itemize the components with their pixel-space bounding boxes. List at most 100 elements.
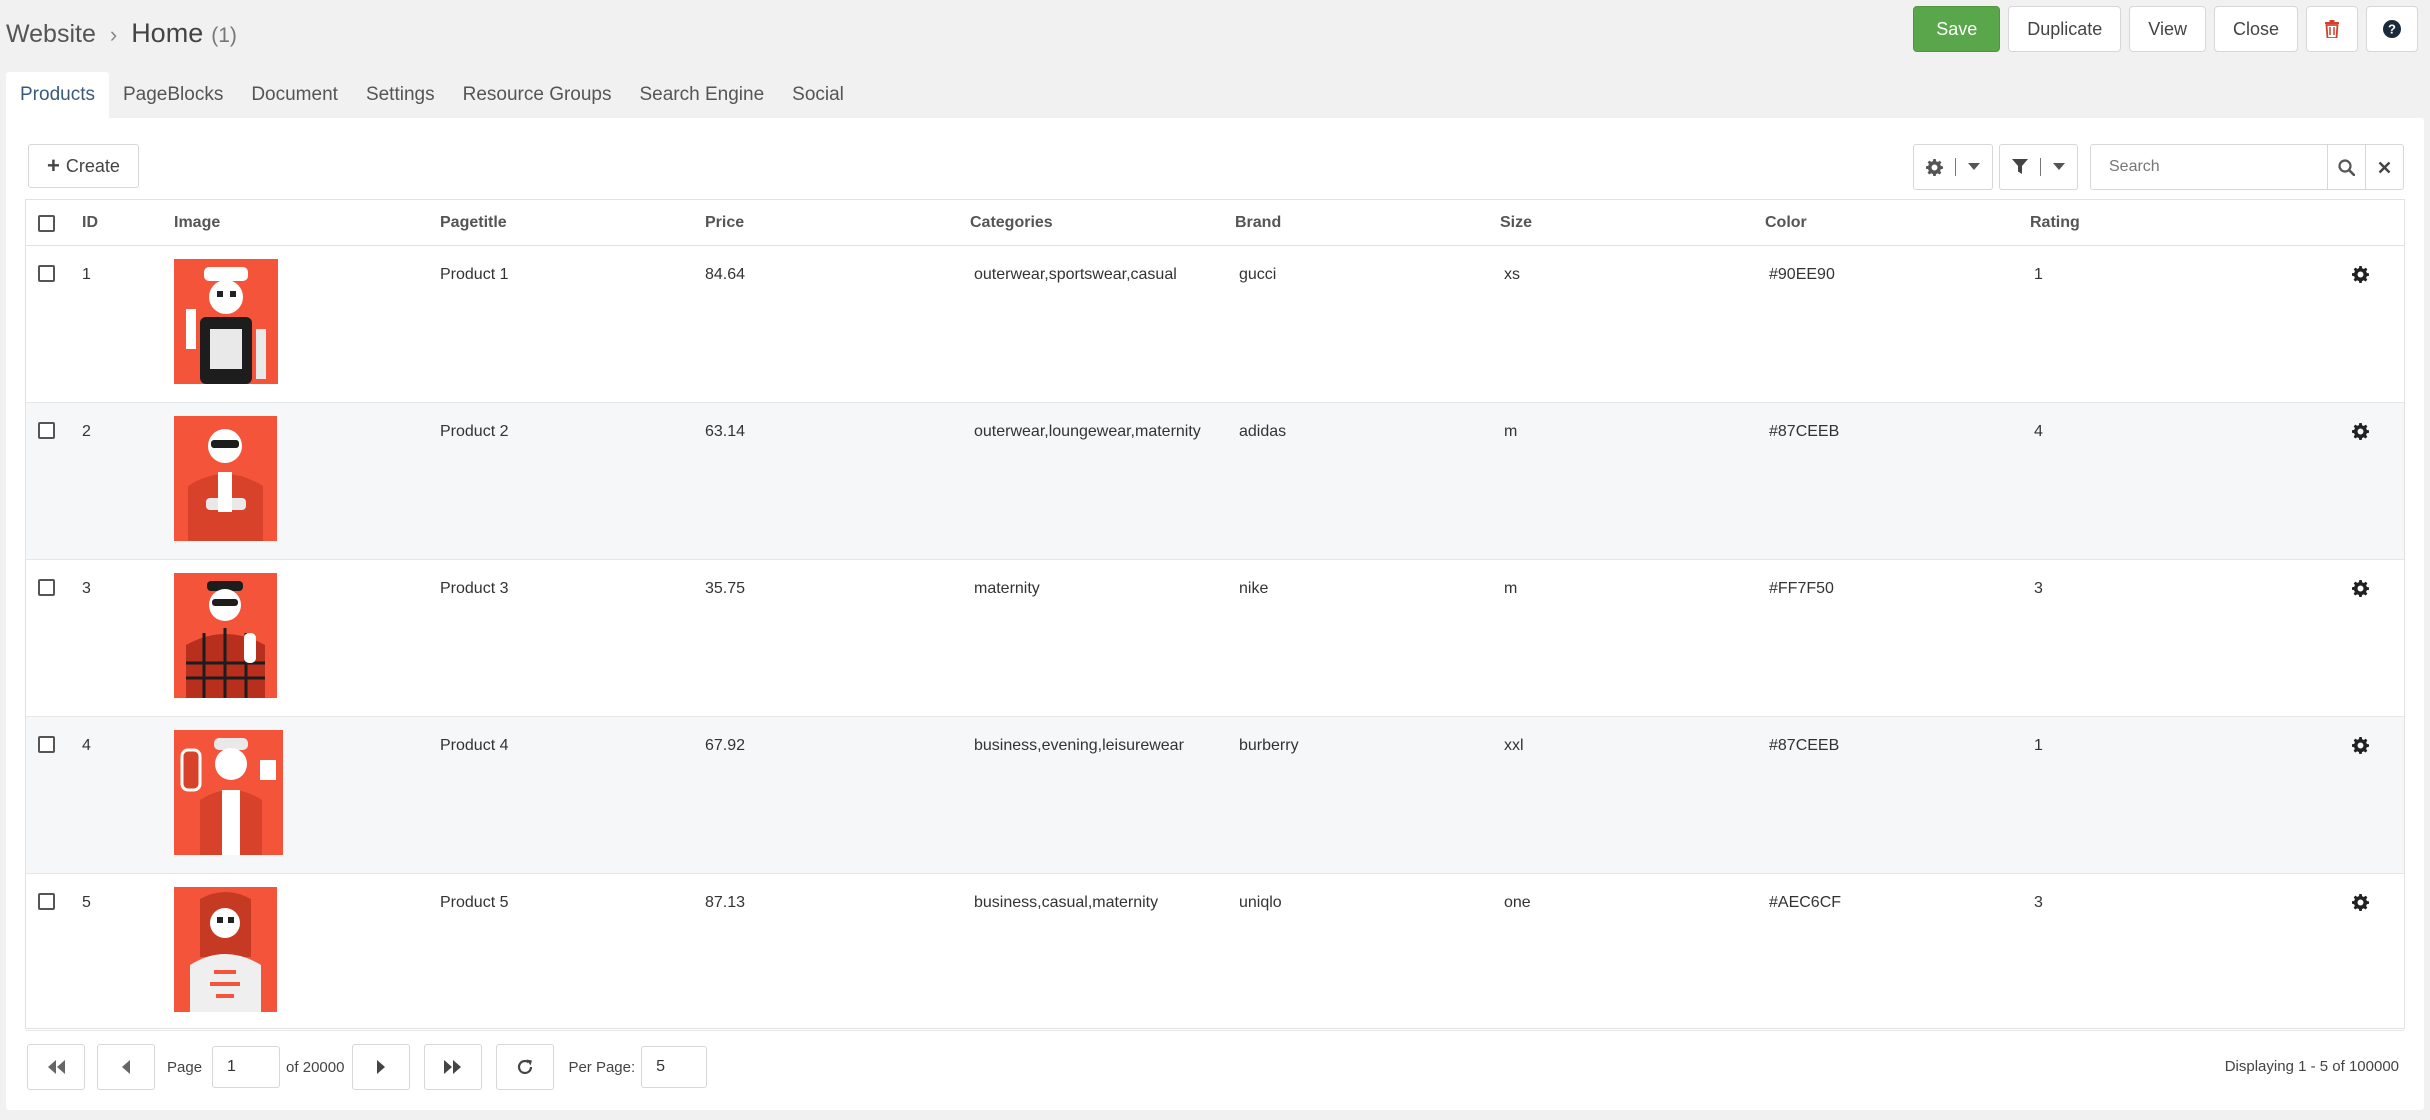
cell-color: #FF7F50 (1769, 580, 1834, 597)
product-thumbnail[interactable] (174, 573, 277, 698)
refresh-icon (518, 1059, 533, 1075)
cell-size: m (1504, 580, 1518, 597)
tab-bar: Products PageBlocks Document Settings Re… (6, 72, 858, 118)
product-thumbnail[interactable] (174, 730, 283, 855)
cell-pagetitle: Product 3 (440, 580, 509, 597)
caret-down-icon (1968, 163, 1980, 170)
row-actions-gear-icon[interactable] (2352, 423, 2369, 440)
cell-color: #87CEEB (1769, 737, 1840, 754)
page-number-input[interactable] (212, 1046, 281, 1088)
pagination-bar: Page of 20000 Per Page: Displaying 1 - 5… (27, 1044, 2407, 1090)
top-bar: Website › Home (1) Save Duplicate View C… (0, 0, 2430, 70)
refresh-button[interactable] (496, 1044, 555, 1090)
cell-size: xs (1504, 266, 1520, 283)
product-thumbnail[interactable] (174, 416, 277, 541)
page-title: Home (131, 18, 204, 48)
cell-color: #AEC6CF (1769, 894, 1842, 911)
row-actions-gear-icon[interactable] (2352, 580, 2369, 597)
tab-settings[interactable]: Settings (352, 72, 449, 118)
search-button[interactable] (2327, 145, 2365, 189)
prev-page-button[interactable] (97, 1044, 155, 1090)
save-button[interactable]: Save (1913, 6, 2001, 52)
help-icon: ? (2383, 20, 2401, 38)
cell-categories: maternity (974, 580, 1040, 597)
create-button[interactable]: + Create (28, 144, 139, 188)
first-page-button[interactable] (27, 1044, 85, 1090)
next-page-button[interactable] (352, 1044, 411, 1090)
plus-icon: + (47, 153, 60, 178)
column-header-pagetitle[interactable]: Pagetitle (440, 200, 507, 246)
row-checkbox[interactable] (38, 893, 55, 910)
gear-icon (1926, 158, 1943, 176)
filter-dropdown-button[interactable] (1999, 144, 2078, 190)
product-thumbnail[interactable] (174, 259, 278, 384)
view-button[interactable]: View (2129, 6, 2206, 52)
row-checkbox[interactable] (38, 736, 55, 753)
tab-products[interactable]: Products (6, 72, 109, 118)
display-count-text: Displaying 1 - 5 of 100000 (2224, 1058, 2399, 1075)
cell-categories: business,casual,maternity (974, 894, 1159, 911)
cell-categories: business,evening,leisurewear (974, 737, 1184, 754)
delete-button[interactable] (2306, 6, 2358, 52)
tab-search-engine[interactable]: Search Engine (626, 72, 779, 118)
column-header-rating[interactable]: Rating (2030, 200, 2080, 246)
column-header-price[interactable]: Price (705, 200, 744, 246)
table-row[interactable]: 1 Product 1 84.64 outerwear,sportswear,c… (26, 246, 2404, 403)
close-button[interactable]: Close (2213, 6, 2298, 52)
column-header-categories[interactable]: Categories (970, 200, 1053, 246)
row-actions-gear-icon[interactable] (2352, 894, 2369, 911)
breadcrumb-parent[interactable]: Website (6, 20, 96, 49)
row-actions-gear-icon[interactable] (2352, 266, 2369, 283)
cell-pagetitle: Product 2 (440, 423, 509, 440)
clear-search-button[interactable] (2365, 145, 2403, 189)
chevron-right-icon: › (109, 22, 118, 47)
column-header-color[interactable]: Color (1765, 200, 1807, 246)
cell-price: 35.75 (705, 580, 746, 597)
tab-resource-groups[interactable]: Resource Groups (449, 72, 626, 118)
tab-social[interactable]: Social (778, 72, 858, 118)
cell-brand: uniqlo (1239, 894, 1282, 911)
cell-size: m (1504, 423, 1518, 440)
row-checkbox[interactable] (38, 579, 55, 596)
first-page-icon (48, 1060, 65, 1074)
cell-id: 1 (82, 266, 91, 283)
row-actions-gear-icon[interactable] (2352, 737, 2369, 754)
page-total-label: of 20000 (286, 1058, 345, 1076)
tab-pageblocks[interactable]: PageBlocks (109, 72, 237, 118)
per-page-input[interactable] (641, 1046, 708, 1088)
cell-categories: outerwear,loungewear,maternity (974, 423, 1201, 440)
breadcrumb: Website › Home (1) (6, 18, 237, 49)
last-page-button[interactable] (424, 1044, 483, 1090)
table-row[interactable]: 4 Product 4 67.92 business,evening,leisu… (26, 717, 2404, 874)
cell-pagetitle: Product 1 (440, 266, 509, 283)
cell-categories: outerwear,sportswear,casual (974, 266, 1177, 283)
row-checkbox[interactable] (38, 265, 55, 282)
table-row[interactable]: 2 Product 2 63.14 outerwear,loungewear,m… (26, 403, 2404, 560)
select-all-checkbox[interactable] (38, 215, 55, 232)
column-header-image[interactable]: Image (174, 200, 220, 246)
grid-header: ID Image Pagetitle Price Categories Bran… (26, 200, 2404, 246)
help-button[interactable]: ? (2366, 6, 2418, 52)
svg-text:?: ? (2388, 22, 2396, 37)
duplicate-button[interactable]: Duplicate (2008, 6, 2122, 52)
tab-document[interactable]: Document (237, 72, 352, 118)
search-input[interactable] (2091, 145, 2327, 189)
cell-rating: 4 (2034, 423, 2043, 440)
table-row[interactable]: 3 Product 3 35.75 maternity nike m #FF7F… (26, 560, 2404, 717)
column-header-brand[interactable]: Brand (1235, 200, 1281, 246)
next-page-icon (377, 1060, 386, 1074)
settings-dropdown-button[interactable] (1913, 144, 1993, 190)
grid-tools (1913, 144, 2404, 190)
table-row[interactable]: 5 Product 5 87.13 business,casual,matern… (26, 874, 2404, 1031)
toolbar: Save Duplicate View Close ? (1913, 6, 2418, 52)
column-header-id[interactable]: ID (82, 200, 98, 246)
cell-id: 3 (82, 580, 91, 597)
page-count: (1) (211, 24, 237, 47)
product-thumbnail[interactable] (174, 887, 277, 1012)
column-header-size[interactable]: Size (1500, 200, 1532, 246)
row-checkbox[interactable] (38, 422, 55, 439)
cell-id: 2 (82, 423, 91, 440)
products-grid: ID Image Pagetitle Price Categories Bran… (25, 199, 2405, 1031)
cell-brand: gucci (1239, 266, 1277, 283)
cell-price: 63.14 (705, 423, 746, 440)
